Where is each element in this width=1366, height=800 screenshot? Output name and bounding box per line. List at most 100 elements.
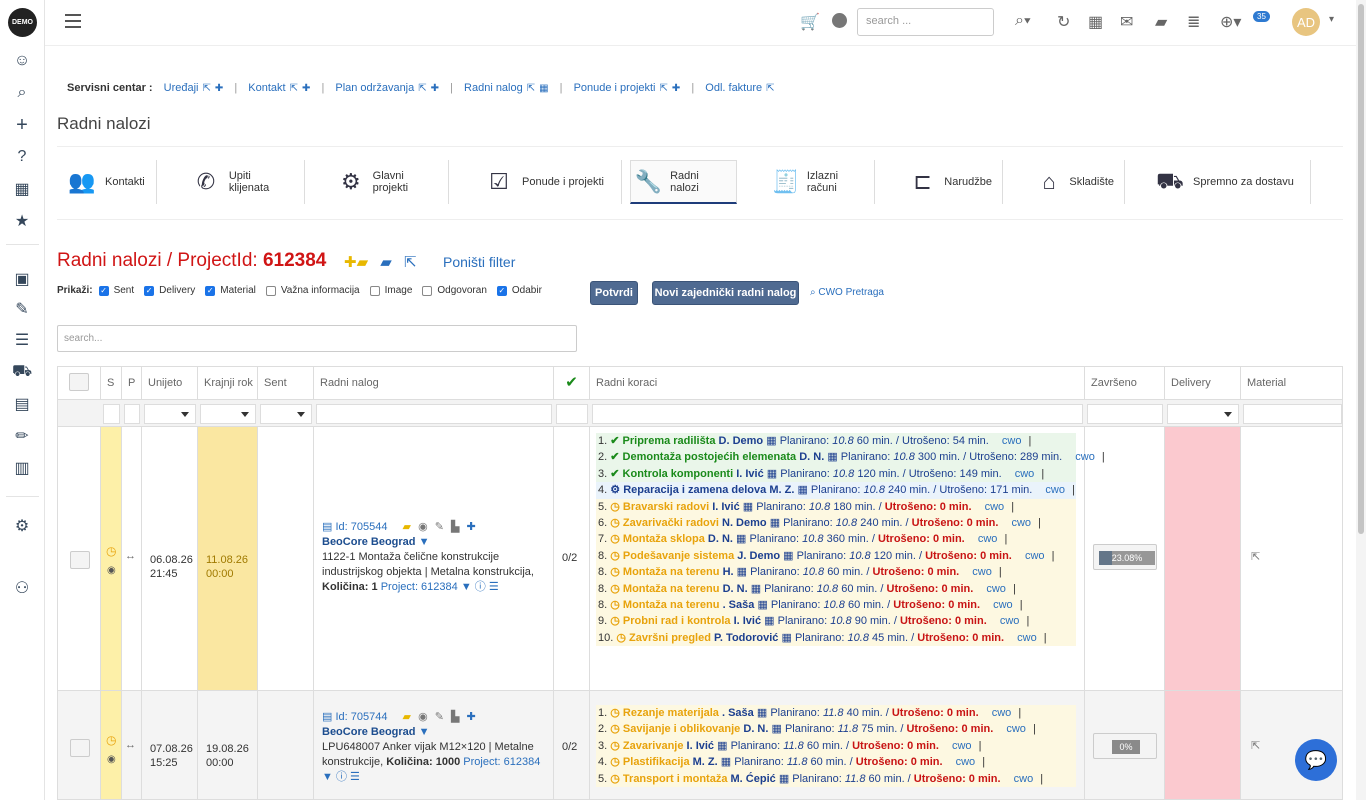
filter-sent-col[interactable] [260, 404, 312, 424]
work-step-item[interactable]: 8. ◷ Podešavanje sistema J. Demo ▦ Plani… [596, 547, 1076, 565]
pdf-icon[interactable]: ▤ [322, 711, 332, 723]
filter-completed[interactable] [1087, 404, 1163, 424]
tab-work-orders[interactable]: 🔧 Radni nalozi [630, 160, 737, 204]
filter-entered[interactable] [144, 404, 196, 424]
filter-important-info[interactable]: Važna informacija [265, 285, 360, 296]
svc-link-offers[interactable]: Ponude i projekti [574, 82, 656, 94]
step-cwo-link[interactable]: cwo [1006, 723, 1026, 735]
settings-gear-icon[interactable]: ⚙ [12, 516, 32, 536]
view-eye-icon[interactable]: ◉ [418, 521, 428, 533]
cart-icon[interactable]: 🛒 [800, 12, 820, 32]
svc-link-devices[interactable]: Uređaji [164, 82, 199, 94]
checkbox-checked[interactable]: ✓ [98, 285, 109, 296]
factory-icon[interactable]: ▙ [451, 711, 459, 723]
info-icon[interactable]: ⓘ [475, 581, 486, 593]
status-circle-icon[interactable] [832, 13, 847, 28]
header-completed[interactable]: Završeno [1085, 367, 1165, 399]
table-row[interactable]: ◷ ◉ ↔ 07.08.26 15:25 19.08.26 00:00 ▤ Id: … [58, 691, 1342, 799]
add-icon[interactable]: + [12, 114, 32, 136]
calendar-icon[interactable]: ▦ [539, 83, 548, 94]
work-step-item[interactable]: 5. ◷ Bravarski radovi I. Ivić ▦ Planiran… [596, 498, 1076, 516]
truck-icon[interactable]: ⛟ [12, 362, 32, 382]
filter-image[interactable]: Image [369, 285, 412, 296]
work-step-item[interactable]: 8. ◷ Montaža na terenu H. ▦ Planirano: 1… [596, 564, 1076, 581]
grid-search-input[interactable]: search... [57, 325, 577, 352]
work-step-item[interactable]: 2. ◷ Savijanje i oblikovanje D. N. ▦ Pla… [596, 721, 1076, 738]
add-icon[interactable]: ✚ [672, 83, 680, 94]
add-user-icon[interactable]: ⊕▾ [1220, 12, 1241, 32]
row-checkbox[interactable] [70, 739, 90, 757]
step-cwo-link[interactable]: cwo [978, 533, 998, 545]
clock-icon[interactable]: ◷ [106, 544, 116, 558]
external-link-icon[interactable]: ⇱ [1251, 739, 1260, 752]
external-link-icon[interactable]: ⇱ [290, 83, 298, 94]
filter-funnel-icon[interactable]: ▼ [461, 581, 472, 593]
tab-outgoing-invoices[interactable]: 🧾 Izlazni računi [769, 160, 875, 204]
dashboard-face-icon[interactable]: ☺ [12, 51, 32, 71]
pencil-icon[interactable]: ✏ [12, 426, 32, 446]
work-step-item[interactable]: 9. ◷ Probni rad i kontrola I. Ivić ▦ Pla… [596, 613, 1076, 630]
filter-s[interactable] [103, 404, 120, 424]
factory-icon[interactable]: ▙ [451, 521, 459, 533]
external-link-icon[interactable]: ⇱ [404, 254, 417, 271]
step-cwo-link[interactable]: cwo [1025, 550, 1045, 562]
help-icon[interactable]: ? [12, 147, 32, 167]
external-link-icon[interactable]: ⇱ [527, 83, 535, 94]
filter-sent[interactable]: ✓ Sent [98, 285, 134, 296]
header-s[interactable]: S [101, 367, 122, 399]
project-link[interactable]: Project: 612384 [463, 756, 540, 768]
expand-arrows-icon[interactable]: ↔ [125, 550, 136, 562]
work-step-item[interactable]: 2. ✔ Demontaža postojećih elemenata D. N… [596, 449, 1105, 466]
refresh-icon[interactable]: ↻ [1057, 12, 1070, 32]
filter-responsible[interactable]: Odgovoran [422, 285, 487, 296]
record-icon[interactable]: ◉ [107, 565, 116, 576]
top-search-input[interactable]: search ... [857, 8, 994, 36]
filter-work-steps[interactable] [592, 404, 1083, 424]
chevron-down-icon[interactable]: ▾ [1329, 14, 1334, 25]
favorites-star-icon[interactable]: ★ [12, 211, 32, 231]
new-joint-work-order-button[interactable]: Novi zajednički radni nalog [652, 281, 799, 305]
widgets-icon[interactable]: ▦ [12, 179, 32, 199]
server-icon[interactable]: ≣ [1187, 12, 1200, 32]
tab-main-projects[interactable]: ⚙ Glavni projekti [333, 160, 449, 204]
tab-client-inquiries[interactable]: ✆ Upiti klijenata [187, 160, 305, 204]
tab-warehouse[interactable]: ⌂ Skladište [1033, 160, 1125, 204]
step-cwo-link[interactable]: cwo [1017, 632, 1037, 644]
header-check-icon[interactable]: ✔ [554, 367, 590, 399]
list-icon[interactable]: ☰ [12, 330, 32, 350]
checkbox-unchecked[interactable] [265, 285, 276, 296]
step-cwo-link[interactable]: cwo [986, 583, 1006, 595]
work-step-item[interactable]: 3. ✔ Kontrola komponenti I. Ivić ▦ Plani… [596, 465, 1076, 483]
step-cwo-link[interactable]: cwo [985, 501, 1005, 513]
company-link[interactable]: BeoCore Beograd [322, 536, 416, 548]
work-step-item[interactable]: 7. ◷ Montaža sklopa D. N. ▦ Planirano: 1… [596, 531, 1076, 548]
work-step-item[interactable]: 4. ⚙ Reparacija i zamena delova M. Z. ▦ … [596, 482, 1076, 499]
user-settings-icon[interactable]: ⚇ [12, 578, 32, 598]
header-work-steps[interactable]: Radni koraci [590, 367, 1085, 399]
step-cwo-link[interactable]: cwo [992, 707, 1012, 719]
checkbox-checked[interactable]: ✓ [144, 285, 155, 296]
filter-selection[interactable]: ✓ Odabir [496, 285, 542, 296]
header-entered[interactable]: Unijeto [142, 367, 198, 399]
external-link-icon[interactable]: ⇱ [766, 83, 774, 94]
filter-p[interactable] [124, 404, 140, 424]
record-icon[interactable]: ◉ [107, 754, 116, 765]
external-link-icon[interactable]: ⇱ [418, 83, 426, 94]
pdf-icon[interactable]: ▤ [322, 521, 332, 533]
search-icon[interactable]: ⌕ [12, 83, 32, 103]
filter-check[interactable] [556, 404, 588, 424]
table-row[interactable]: ◷ ◉ ↔ 06.08.26 21:45 11.08.26 00:00 ▤ Id: … [58, 427, 1342, 691]
tab-ready-for-delivery[interactable]: ⛟ Spremno za dostavu [1151, 160, 1311, 204]
svc-link-maintenance[interactable]: Plan održavanja [335, 82, 414, 94]
clock-icon[interactable]: ◷ [106, 733, 116, 747]
clear-filter-link[interactable]: Poništi filter [443, 254, 515, 270]
bar-chart-icon[interactable]: ▥ [12, 458, 32, 478]
add-icon[interactable]: ✚ [302, 83, 310, 94]
filter-material[interactable]: ✓ Material [205, 285, 256, 296]
folder-icon[interactable]: ▰ [403, 521, 411, 533]
filter-delivery[interactable] [1167, 404, 1239, 424]
search-dropdown-icon[interactable]: ⌕▾ [1015, 12, 1031, 30]
filter-work-order[interactable] [316, 404, 552, 424]
filter-delivery[interactable]: ✓ Delivery [144, 285, 195, 296]
order-id-link[interactable]: Id: 705744 [335, 711, 387, 723]
